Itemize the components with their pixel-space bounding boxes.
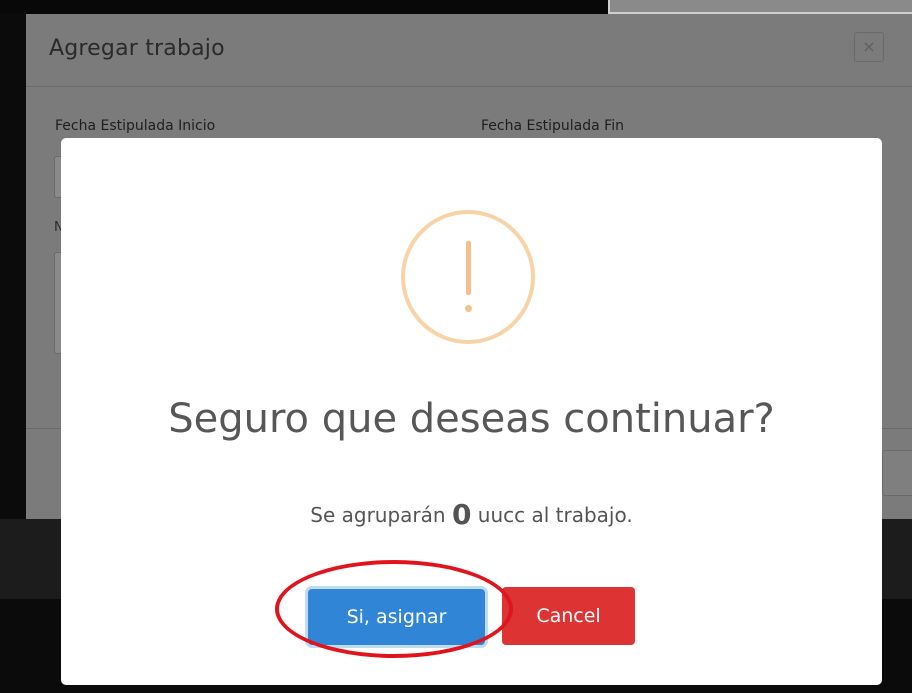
modal-footer-button[interactable] — [882, 450, 912, 496]
group-count: 0 — [451, 498, 472, 531]
dialog-message: Se agruparán 0 uucc al trabajo. — [61, 498, 882, 531]
underlying-window-edge — [608, 0, 912, 14]
modal-header: Agregar trabajo × — [26, 14, 912, 87]
close-icon[interactable]: × — [854, 32, 884, 62]
confirm-assign-button[interactable]: Si, asignar — [308, 589, 485, 645]
dialog-title: Seguro que deseas continuar? — [168, 396, 775, 442]
message-prefix: Se agruparán — [310, 503, 452, 527]
exclamation-dot — [465, 305, 472, 312]
screen: Agregar trabajo × Fecha Estipulada Inici… — [0, 0, 912, 693]
message-suffix: uucc al trabajo. — [471, 503, 633, 527]
start-date-label: Fecha Estipulada Inicio — [55, 118, 216, 134]
exclamation-bar — [466, 241, 471, 295]
warning-icon — [401, 210, 535, 344]
modal-title: Agregar trabajo — [49, 36, 225, 61]
confirm-dialog: Seguro que deseas continuar? Se agrupará… — [61, 138, 882, 685]
end-date-label: Fecha Estipulada Fin — [481, 118, 624, 134]
cancel-button[interactable]: Cancel — [502, 587, 635, 645]
